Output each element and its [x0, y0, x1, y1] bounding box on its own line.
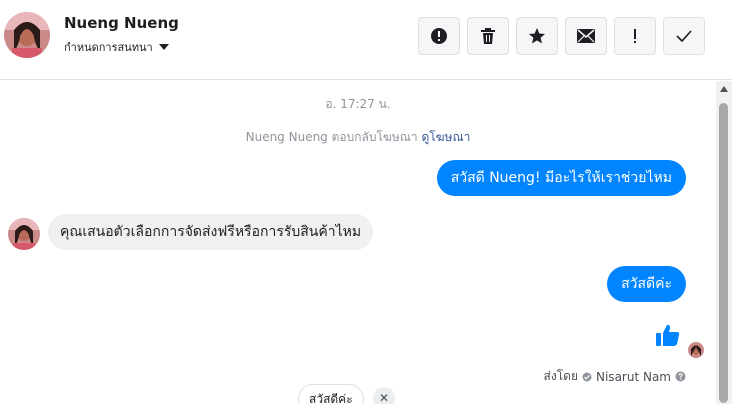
sender-name[interactable]: Nisarut Nam	[596, 370, 671, 384]
envelope-icon	[577, 29, 595, 43]
exclamation-icon	[634, 29, 636, 43]
star-button[interactable]	[516, 17, 558, 55]
trash-icon	[481, 28, 495, 44]
contact-avatar[interactable]	[4, 12, 50, 58]
verified-check-icon	[582, 372, 592, 381]
message-timestamp: อ. 17:27 น.	[325, 97, 391, 111]
scroll-up-arrow-icon[interactable]	[720, 86, 728, 92]
manage-conversation-label: กำหนดการสนทนา	[64, 41, 153, 54]
check-icon	[676, 30, 692, 42]
ad-reply-text: Nueng Nueng ตอบกลับโฆษณา	[245, 130, 418, 144]
help-icon[interactable]	[675, 371, 686, 382]
close-icon[interactable]: ✕	[373, 387, 395, 404]
incoming-message[interactable]: คุณเสนอตัวเลือกการจัดส่งฟรีหรือการรับสิน…	[48, 214, 374, 250]
conversation-toolbar	[418, 17, 705, 55]
mark-unread-button[interactable]	[565, 17, 607, 55]
conversation-header: Nueng Nueng กำหนดการสนทนา	[0, 0, 732, 80]
vertical-scrollbar[interactable]	[716, 81, 732, 404]
scroll-thumb[interactable]	[719, 103, 728, 403]
outgoing-message[interactable]: สวัสดีค่ะ	[607, 266, 686, 302]
caret-down-icon	[158, 44, 169, 50]
exclamation-circle-icon	[431, 28, 447, 44]
follow-up-button[interactable]	[614, 17, 656, 55]
thumbs-up-icon[interactable]	[655, 323, 681, 351]
delete-button[interactable]	[467, 17, 509, 55]
contact-name[interactable]: Nueng Nueng	[64, 14, 179, 32]
conversation-thread: อ. 17:27 น. Nueng Nueng ตอบกลับโฆษณา ดูโ…	[0, 81, 716, 404]
contact-avatar-small	[8, 218, 40, 250]
sent-by-label: ส่งโดย	[543, 369, 578, 383]
sent-by-line: ส่งโดย Nisarut Nam	[544, 367, 686, 386]
done-button[interactable]	[663, 17, 705, 55]
outgoing-message[interactable]: สวัสดี Nueng! มีอะไรให้เราช่วยไหม	[436, 160, 686, 196]
star-icon	[529, 28, 545, 44]
quick-reply-chip[interactable]: สวัสดีค่ะ	[298, 384, 364, 404]
ad-reply-notice: Nueng Nueng ตอบกลับโฆษณา ดูโฆษณา	[0, 128, 716, 147]
manage-conversation-dropdown[interactable]: กำหนดการสนทนา	[64, 38, 169, 56]
report-button[interactable]	[418, 17, 460, 55]
seen-avatar	[688, 342, 704, 358]
view-ad-link[interactable]: ดูโฆษณา	[421, 130, 470, 144]
